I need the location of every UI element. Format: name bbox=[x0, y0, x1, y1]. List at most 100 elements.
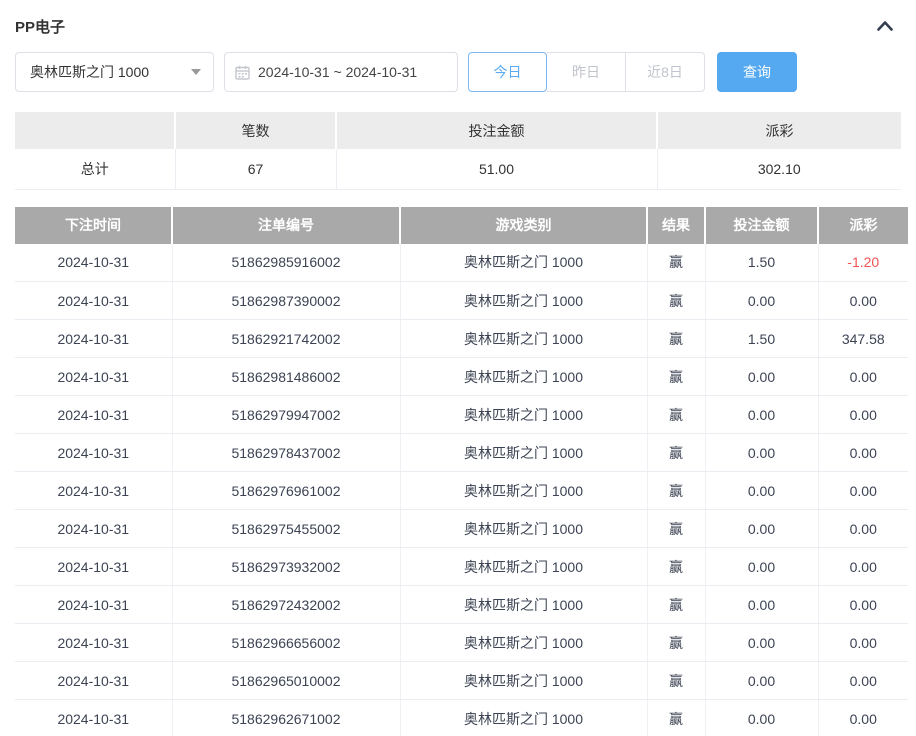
bet-time-cell: 2024-10-31 bbox=[15, 624, 172, 662]
game-cell: 奥林匹斯之门 1000 bbox=[400, 662, 647, 700]
summary-col-blank bbox=[15, 112, 175, 149]
payout-cell: 0.00 bbox=[818, 510, 908, 548]
table-row: 2024-10-3151862976961002奥林匹斯之门 1000赢0.00… bbox=[15, 472, 908, 510]
query-button[interactable]: 查询 bbox=[717, 52, 797, 92]
table-row: 2024-10-3151862987390002奥林匹斯之门 1000赢0.00… bbox=[15, 282, 908, 320]
filter-controls: 奥林匹斯之门 1000 2024-10-31 ~ 2024-10-31 bbox=[15, 52, 901, 92]
bet-time-cell: 2024-10-31 bbox=[15, 434, 172, 472]
bet-id-cell: 51862987390002 bbox=[172, 282, 400, 320]
table-row: 2024-10-3151862979947002奥林匹斯之门 1000赢0.00… bbox=[15, 396, 908, 434]
today-button[interactable]: 今日 bbox=[468, 52, 547, 92]
bet-time-cell: 2024-10-31 bbox=[15, 586, 172, 624]
game-select-value: 奥林匹斯之门 1000 bbox=[30, 62, 149, 82]
payout-cell: 0.00 bbox=[818, 700, 908, 736]
result-cell: 赢 bbox=[647, 586, 705, 624]
date-range-picker[interactable]: 2024-10-31 ~ 2024-10-31 bbox=[224, 52, 458, 92]
bet-time-cell: 2024-10-31 bbox=[15, 700, 172, 736]
table-row: 2024-10-3151862975455002奥林匹斯之门 1000赢 0.00… bbox=[15, 510, 908, 548]
quick-date-button-group: 今日 昨日 近8日 bbox=[468, 52, 705, 92]
game-select[interactable]: 奥林匹斯之门 1000 bbox=[15, 52, 214, 92]
bet-id-cell: 51862962671002 bbox=[172, 700, 400, 736]
game-cell: 奥林匹斯之门 1000 bbox=[400, 624, 647, 662]
bet-amount-cell: 0.00 bbox=[705, 586, 818, 624]
summary-col-count: 笔数 bbox=[175, 112, 336, 149]
bet-time-cell: 2024-10-31 bbox=[15, 662, 172, 700]
result-cell: 赢 bbox=[647, 282, 705, 320]
summary-col-payout: 派彩 bbox=[657, 112, 901, 149]
date-range-value: 2024-10-31 ~ 2024-10-31 bbox=[258, 64, 417, 80]
summary-total-row: 总计 67 51.00 302.10 bbox=[15, 149, 901, 189]
calendar-icon bbox=[235, 65, 250, 80]
col-payout: 派彩 bbox=[818, 207, 908, 244]
pp-electronic-panel: PP电子 奥林匹斯之门 1000 bbox=[0, 0, 916, 736]
bet-amount-cell: 0.00 bbox=[705, 548, 818, 586]
bet-amount-cell: 0.00 bbox=[705, 624, 818, 662]
bet-time-cell: 2024-10-31 bbox=[15, 472, 172, 510]
chevron-down-icon bbox=[191, 69, 201, 75]
result-cell: 赢 bbox=[647, 434, 705, 472]
col-bet-time: 下注时间 bbox=[15, 207, 172, 244]
bet-time-cell: 2024-10-31 bbox=[15, 510, 172, 548]
game-cell: 奥林匹斯之门 1000 bbox=[400, 510, 647, 548]
payout-cell: 0.00 bbox=[818, 548, 908, 586]
game-cell: 奥林匹斯之门 1000 bbox=[400, 358, 647, 396]
game-cell: 奥林匹斯之门 1000 bbox=[400, 472, 647, 510]
bet-amount-cell: 0.00 bbox=[705, 396, 818, 434]
result-cell: 赢 bbox=[647, 358, 705, 396]
panel-header: PP电子 bbox=[15, 14, 901, 38]
payout-cell: 0.00 bbox=[818, 282, 908, 320]
result-cell: 赢 bbox=[647, 510, 705, 548]
bet-id-cell: 51862973932002 bbox=[172, 548, 400, 586]
game-cell: 奥林匹斯之门 1000 bbox=[400, 282, 647, 320]
payout-cell: -1.20 bbox=[818, 244, 908, 282]
payout-cell: 0.00 bbox=[818, 624, 908, 662]
last-8-days-button[interactable]: 近8日 bbox=[626, 52, 705, 92]
payout-cell: 0.00 bbox=[818, 662, 908, 700]
result-cell: 赢 bbox=[647, 548, 705, 586]
table-row: 2024-10-3151862972432002奥林匹斯之门 1000赢0.00… bbox=[15, 586, 908, 624]
bet-records-table: 下注时间 注单编号 游戏类别 结果 投注金额 派彩 2024-10-315186… bbox=[15, 207, 908, 736]
bet-id-cell: 51862976961002 bbox=[172, 472, 400, 510]
table-row: 2024-10-3151862985916002奥林匹斯之门 1000赢1.50… bbox=[15, 244, 908, 282]
bet-amount-cell: 1.50 bbox=[705, 320, 818, 358]
game-cell: 奥林匹斯之门 1000 bbox=[400, 320, 647, 358]
summary-total-payout: 302.10 bbox=[657, 149, 901, 189]
summary-table: 笔数 投注金额 派彩 总计 67 51.00 302.10 bbox=[15, 112, 901, 190]
panel-title: PP电子 bbox=[15, 16, 65, 37]
col-bet-amount: 投注金额 bbox=[705, 207, 818, 244]
bet-id-cell: 51862978437002 bbox=[172, 434, 400, 472]
bet-time-cell: 2024-10-31 bbox=[15, 396, 172, 434]
bet-time-cell: 2024-10-31 bbox=[15, 320, 172, 358]
col-bet-id: 注单编号 bbox=[172, 207, 400, 244]
game-cell: 奥林匹斯之门 1000 bbox=[400, 434, 647, 472]
summary-total-bet-amount: 51.00 bbox=[336, 149, 657, 189]
payout-cell: 0.00 bbox=[818, 472, 908, 510]
game-cell: 奥林匹斯之门 1000 bbox=[400, 244, 647, 282]
bet-amount-cell: 0.00 bbox=[705, 434, 818, 472]
bet-time-cell: 2024-10-31 bbox=[15, 548, 172, 586]
bet-id-cell: 51862985916002 bbox=[172, 244, 400, 282]
bet-id-cell: 51862979947002 bbox=[172, 396, 400, 434]
bet-time-cell: 2024-10-31 bbox=[15, 282, 172, 320]
result-cell: 赢 bbox=[647, 472, 705, 510]
game-cell: 奥林匹斯之门 1000 bbox=[400, 586, 647, 624]
collapse-chevron-up-icon[interactable] bbox=[875, 16, 895, 36]
bet-amount-cell: 0.00 bbox=[705, 282, 818, 320]
col-result: 结果 bbox=[647, 207, 705, 244]
result-cell: 赢 bbox=[647, 320, 705, 358]
bet-amount-cell: 0.00 bbox=[705, 472, 818, 510]
payout-cell: 0.00 bbox=[818, 434, 908, 472]
bet-time-cell: 2024-10-31 bbox=[15, 244, 172, 282]
col-game-category: 游戏类别 bbox=[400, 207, 647, 244]
result-cell: 赢 bbox=[647, 244, 705, 282]
bet-time-cell: 2024-10-31 bbox=[15, 358, 172, 396]
game-cell: 奥林匹斯之门 1000 bbox=[400, 548, 647, 586]
result-cell: 赢 bbox=[647, 662, 705, 700]
result-cell: 赢 bbox=[647, 624, 705, 662]
payout-cell: 0.00 bbox=[818, 396, 908, 434]
table-row: 2024-10-3151862978437002奥林匹斯之门 1000赢0.00… bbox=[15, 434, 908, 472]
table-row: 2024-10-3151862965010002奥林匹斯之门 1000赢0.00… bbox=[15, 662, 908, 700]
bet-id-cell: 51862975455002 bbox=[172, 510, 400, 548]
yesterday-button[interactable]: 昨日 bbox=[547, 52, 626, 92]
bet-amount-cell: 0.00 bbox=[705, 662, 818, 700]
